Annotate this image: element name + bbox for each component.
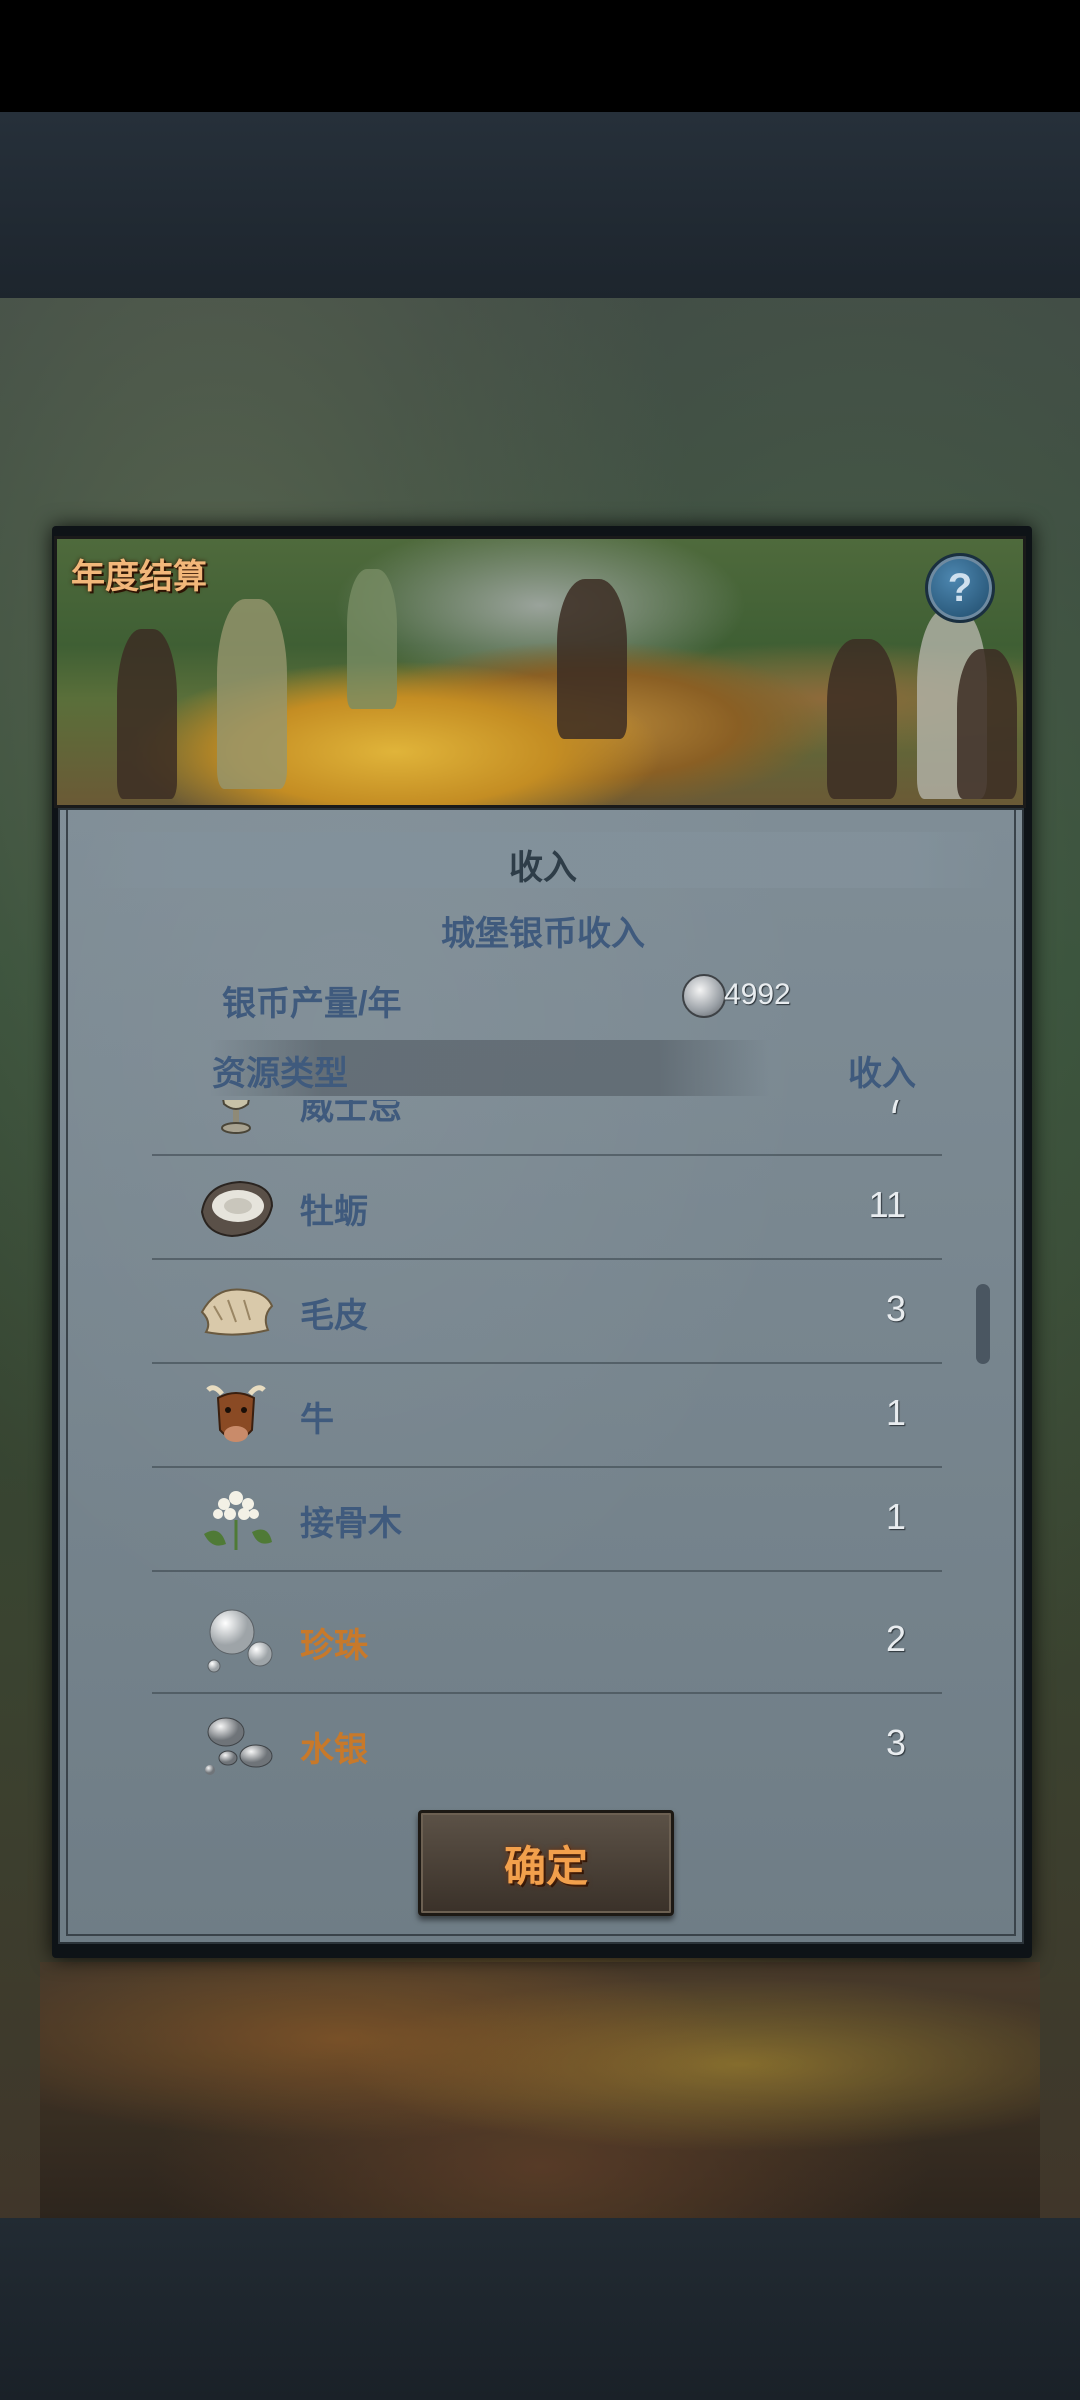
resource-name: 威士忌 bbox=[300, 1100, 402, 1127]
list-scrollbar[interactable] bbox=[976, 1284, 990, 1364]
list-item: 牛 1 bbox=[152, 1362, 942, 1468]
villager-figure bbox=[117, 629, 177, 799]
question-icon: ? bbox=[947, 565, 973, 610]
list-item: 接骨木 1 bbox=[152, 1466, 942, 1572]
resource-income: 7 bbox=[885, 1100, 906, 1121]
resource-income: 3 bbox=[885, 1722, 906, 1763]
list-item: 毛皮 3 bbox=[152, 1258, 942, 1364]
list-item: 牡蛎 11 bbox=[152, 1154, 942, 1260]
resource-name: 牡蛎 bbox=[300, 1193, 368, 1231]
resource-name: 毛皮 bbox=[300, 1297, 368, 1335]
fur-icon bbox=[200, 1288, 274, 1336]
top-black-bar bbox=[0, 0, 1080, 112]
resource-name: 接骨木 bbox=[300, 1505, 402, 1543]
column-header-type: 资源类型 bbox=[212, 1055, 348, 1093]
oyster-icon bbox=[200, 1180, 274, 1238]
silver-rate-value: 4992 bbox=[724, 978, 791, 1011]
resource-name: 水银 bbox=[300, 1731, 368, 1769]
villager-figure bbox=[827, 639, 897, 799]
list-item: 珍珠 2 bbox=[152, 1588, 942, 1694]
resource-name: 珍珠 bbox=[300, 1627, 368, 1665]
income-panel: 收入 城堡银币收入 银币产量/年 4992 资源类型 收入 威士忌 7 牡蛎 1… bbox=[58, 808, 1024, 1944]
silver-coin-icon bbox=[682, 974, 726, 1018]
elderflower-icon bbox=[204, 1491, 272, 1550]
silver-rate-label: 银币产量/年 bbox=[222, 985, 402, 1023]
resource-income: 1 bbox=[885, 1496, 906, 1537]
list-item: 水银 3 bbox=[152, 1692, 942, 1794]
resource-income: 2 bbox=[885, 1618, 906, 1659]
resource-income: 11 bbox=[868, 1184, 906, 1225]
top-band bbox=[0, 112, 1080, 300]
resource-list-continued[interactable]: 珍珠 2 水银 3 bbox=[152, 1588, 942, 1794]
villager-figure bbox=[347, 569, 397, 709]
column-header-income: 收入 bbox=[848, 1055, 916, 1093]
resource-income: 3 bbox=[885, 1288, 906, 1329]
mercury-icon bbox=[205, 1717, 273, 1775]
section-title: 收入 bbox=[509, 849, 577, 887]
villager-figure bbox=[217, 599, 287, 789]
resource-list[interactable]: 威士忌 7 牡蛎 11 毛皮 3 牛 1 接骨木 1 bbox=[152, 1100, 942, 1588]
pearl-icon bbox=[207, 1609, 273, 1673]
villager-figure bbox=[557, 579, 627, 739]
confirm-button[interactable]: 确定 bbox=[418, 1810, 674, 1916]
cow-icon bbox=[206, 1385, 266, 1442]
goblet-icon bbox=[221, 1100, 251, 1134]
list-item: 威士忌 7 bbox=[152, 1100, 942, 1156]
resource-income: 1 bbox=[885, 1392, 906, 1433]
help-button[interactable]: ? bbox=[925, 553, 995, 623]
bottom-band bbox=[0, 2218, 1080, 2400]
bottom-scene-art bbox=[40, 1962, 1040, 2218]
villager-figure bbox=[957, 649, 1017, 799]
dialog-title: 年度结算 bbox=[71, 558, 207, 596]
resource-name: 牛 bbox=[300, 1401, 334, 1439]
banner-art: 年度结算 ? bbox=[54, 536, 1026, 808]
castle-income-subtitle: 城堡银币收入 bbox=[441, 915, 645, 953]
